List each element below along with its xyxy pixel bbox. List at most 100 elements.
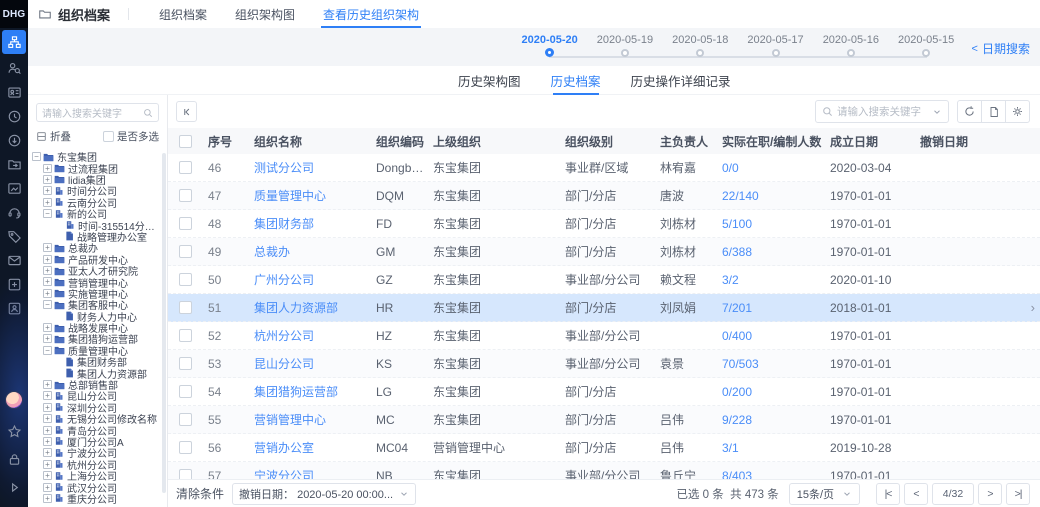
timeline-date[interactable]: 2020-05-18 [663, 28, 738, 57]
expand-node-icon[interactable]: + [43, 277, 52, 286]
expand-node-icon[interactable]: + [43, 198, 52, 207]
org-name-link[interactable]: 广州分公司 [254, 273, 314, 287]
row-checkbox[interactable] [179, 385, 192, 398]
tag-icon[interactable] [2, 224, 26, 248]
headcount-link[interactable]: 22/140 [722, 189, 759, 203]
expand-node-icon[interactable]: + [43, 471, 52, 480]
next-page-button[interactable]: > [978, 483, 1002, 505]
row-checkbox[interactable] [179, 441, 192, 454]
org-name-link[interactable]: 测试分公司 [254, 161, 314, 175]
select-all-checkbox[interactable] [179, 135, 192, 148]
headcount-link[interactable]: 0/400 [722, 329, 752, 343]
timeline-dot[interactable] [922, 49, 930, 57]
headcount-link[interactable]: 70/503 [722, 357, 759, 371]
lock-icon[interactable] [2, 447, 26, 471]
first-page-button[interactable]: |< [876, 483, 900, 505]
table-row[interactable]: 50广州分公司GZ东宝集团事业部/分公司赖文程3/22020-01-10 [168, 266, 1040, 294]
column-header[interactable]: 上级组织 [433, 133, 565, 150]
org-name-link[interactable]: 集团人力资源部 [254, 301, 338, 315]
collapse-toggle[interactable]: 折叠 [36, 129, 103, 144]
timeline-date[interactable]: 2020-05-20 [512, 28, 587, 57]
tree-node[interactable]: +重庆分公司 [32, 493, 161, 504]
expand-node-icon[interactable]: + [43, 289, 52, 298]
org-structure-icon[interactable] [2, 30, 26, 54]
expand-icon[interactable] [2, 475, 26, 499]
export-button[interactable] [981, 100, 1006, 123]
table-row[interactable]: 49总裁办GM东宝集团部门/分店刘栋材6/3881970-01-01 [168, 238, 1040, 266]
timeline-date[interactable]: 2020-05-17 [738, 28, 813, 57]
expand-node-icon[interactable]: + [43, 334, 52, 343]
timeline-date[interactable]: 2020-05-16 [813, 28, 888, 57]
multiselect-toggle[interactable]: 是否多选 [103, 129, 159, 144]
star-icon[interactable] [2, 419, 26, 443]
table-row[interactable]: 46测试分公司Dongbao0...东宝集团事业群/区域林宥嘉0/02020-0… [168, 154, 1040, 182]
expand-node-icon[interactable]: + [43, 255, 52, 264]
expand-node-icon[interactable]: + [43, 380, 52, 389]
org-name-link[interactable]: 杭州分公司 [254, 329, 314, 343]
collapse-node-icon[interactable]: − [32, 152, 41, 161]
org-name-link[interactable]: 总裁办 [254, 245, 290, 259]
folder-share-icon[interactable] [2, 152, 26, 176]
timeline-dot[interactable] [696, 49, 704, 57]
expand-node-icon[interactable]: + [43, 437, 52, 446]
headcount-link[interactable]: 5/100 [722, 217, 752, 231]
timeline-dot[interactable] [545, 48, 554, 57]
org-name-link[interactable]: 质量管理中心 [254, 189, 326, 203]
column-header[interactable]: 撤销日期 [920, 133, 1040, 150]
row-checkbox[interactable] [179, 413, 192, 426]
tree-search-input[interactable]: 请输入搜索关键字 [36, 103, 159, 122]
timeline-date[interactable]: 2020-05-19 [587, 28, 662, 57]
clear-filters-button[interactable]: 清除条件 [176, 485, 224, 502]
org-name-link[interactable]: 集团财务部 [254, 217, 314, 231]
row-expand-chevron-icon[interactable]: › [1031, 300, 1035, 315]
column-header[interactable]: 组织名称 [254, 133, 376, 150]
expand-node-icon[interactable]: + [43, 460, 52, 469]
row-checkbox[interactable] [179, 245, 192, 258]
expand-node-icon[interactable]: + [43, 391, 52, 400]
expand-node-icon[interactable]: + [43, 448, 52, 457]
org-name-link[interactable]: 昆山分公司 [254, 357, 314, 371]
timeline-date[interactable]: 2020-05-15 [888, 28, 963, 57]
panel-collapse-button[interactable] [176, 101, 197, 122]
table-row[interactable]: 55营销管理中心MC东宝集团部门/分店吕伟9/2281970-01-01 [168, 406, 1040, 434]
app-logo[interactable]: DHG [0, 0, 28, 28]
column-header[interactable]: 序号 [208, 133, 254, 150]
row-checkbox[interactable] [179, 357, 192, 370]
view-tab[interactable]: 历史档案 [551, 66, 601, 95]
expand-node-icon[interactable]: + [43, 266, 52, 275]
table-row[interactable]: 53昆山分公司KS东宝集团事业部/分公司袁景70/5031970-01-01 [168, 350, 1040, 378]
user-avatar[interactable] [5, 391, 23, 409]
column-header[interactable]: 组织级别 [565, 133, 660, 150]
settings-button[interactable] [1005, 100, 1030, 123]
headcount-link[interactable]: 0/200 [722, 385, 752, 399]
gallery-icon[interactable] [2, 176, 26, 200]
id-card-icon[interactable] [2, 80, 26, 104]
expand-node-icon[interactable]: + [43, 414, 52, 423]
table-row[interactable]: 54集团猎狗运营部LG东宝集团部门/分店0/2001970-01-01 [168, 378, 1040, 406]
org-name-link[interactable]: 营销办公室 [254, 441, 314, 455]
expand-node-icon[interactable]: + [43, 243, 52, 252]
timeline-dot[interactable] [621, 49, 629, 57]
expand-node-icon[interactable]: + [43, 483, 52, 492]
top-tab[interactable]: 组织档案 [145, 0, 221, 28]
history-clock-icon[interactable] [2, 104, 26, 128]
view-tab[interactable]: 历史架构图 [458, 66, 521, 95]
row-checkbox[interactable] [179, 189, 192, 202]
expand-node-icon[interactable]: + [43, 403, 52, 412]
headcount-link[interactable]: 7/201 [722, 301, 752, 315]
archive-person-icon[interactable] [2, 296, 26, 320]
expand-node-icon[interactable]: + [43, 186, 52, 195]
row-checkbox[interactable] [179, 161, 192, 174]
expand-node-icon[interactable]: + [43, 323, 52, 332]
table-row[interactable]: 47质量管理中心DQM东宝集团部门/分店唐波22/1401970-01-01 [168, 182, 1040, 210]
timeline-dot[interactable] [847, 49, 855, 57]
collapse-node-icon[interactable]: − [43, 346, 52, 355]
headcount-link[interactable]: 6/388 [722, 245, 752, 259]
revoke-date-filter-select[interactable]: 撤销日期： 2020-05-20 00:00... [232, 483, 416, 505]
table-search-input[interactable]: 请输入搜索关键字 [815, 100, 949, 123]
collapse-node-icon[interactable]: − [43, 300, 52, 309]
row-checkbox[interactable] [179, 301, 192, 314]
headcount-link[interactable]: 0/0 [722, 161, 739, 175]
page-indicator[interactable]: 4/32 [932, 483, 974, 505]
last-page-button[interactable]: >| [1006, 483, 1030, 505]
